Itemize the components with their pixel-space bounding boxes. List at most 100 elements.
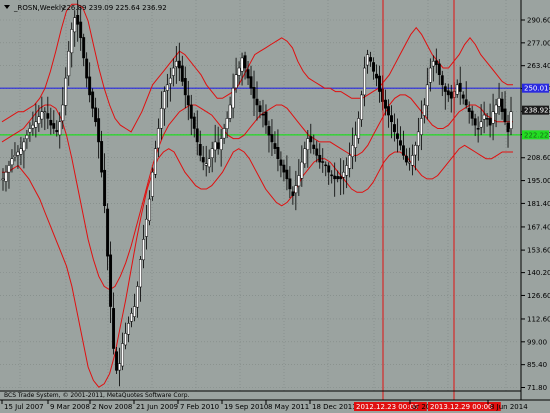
candle-body	[315, 148, 319, 156]
x-tick-label: 7 Feb 2010	[180, 403, 219, 411]
y-tick-label: 153.60	[527, 247, 550, 255]
candle-body	[482, 114, 486, 120]
y-tick-label: 140.20	[527, 269, 550, 277]
candle-body	[291, 191, 295, 196]
candle-body	[216, 142, 220, 149]
candle-body	[416, 131, 420, 147]
candle-body	[300, 161, 304, 179]
candle-body	[288, 178, 292, 190]
candle-body	[222, 128, 226, 139]
price-chart[interactable]: 290.60277.00263.40249.80236.20222.40208.…	[0, 0, 550, 413]
candle-body	[156, 128, 160, 149]
candle-body	[189, 104, 193, 119]
candle-body	[393, 124, 396, 133]
y-tick-label: 277.00	[527, 39, 550, 47]
candle-body	[243, 55, 247, 69]
candle-body	[372, 62, 375, 72]
candle-body	[366, 54, 370, 66]
candle-body	[159, 108, 163, 129]
candle-body	[309, 136, 313, 143]
price-tags: 250.01 222.22 238.92	[522, 83, 549, 140]
y-tick-label: 208.60	[527, 154, 550, 162]
candle-body	[419, 118, 423, 135]
candle-body	[144, 218, 148, 237]
candle-body	[413, 145, 417, 156]
candle-body	[387, 106, 390, 116]
candle-body	[473, 118, 477, 126]
candle-body	[79, 21, 83, 39]
y-tick-label: 181.40	[527, 200, 550, 208]
candle-body	[246, 69, 250, 79]
ohlc-values: 226.89 239.09 225.64 236.92	[62, 4, 167, 12]
y-tick-label: 71.80	[527, 384, 547, 392]
candle-body	[485, 118, 489, 120]
candle-body	[279, 159, 283, 166]
candle-body	[52, 123, 56, 129]
y-tick-label: 85.40	[527, 361, 547, 369]
candle-body	[276, 147, 280, 159]
x-tick-label: 19 Sep 2010	[224, 403, 268, 411]
candle-body	[443, 86, 447, 92]
candle-body	[318, 154, 322, 163]
y-tick-label: 195.00	[527, 177, 550, 185]
candle-body	[136, 286, 139, 308]
candle-body	[354, 134, 358, 148]
candle-body	[282, 164, 286, 173]
candle-body	[115, 351, 119, 371]
candle-body	[162, 91, 166, 110]
current-price-tag-label: 238.92	[524, 107, 549, 115]
candle-body	[58, 121, 62, 136]
candle-body	[7, 165, 11, 173]
candle-body	[470, 110, 474, 119]
candle-body	[401, 145, 405, 156]
candle-body	[94, 107, 98, 123]
candle-body	[4, 171, 8, 182]
candle-body	[168, 77, 172, 84]
candle-body	[285, 169, 289, 180]
candle-body	[109, 254, 113, 307]
candle-body	[294, 185, 298, 194]
candle-body	[297, 175, 301, 187]
chart-window[interactable]: 290.60277.00263.40249.80236.20222.40208.…	[0, 0, 550, 413]
candle-body	[351, 145, 355, 157]
candle-body	[410, 155, 414, 166]
candle-body	[195, 128, 199, 143]
candle-body	[264, 111, 268, 126]
candle-body	[183, 78, 187, 96]
candle-body	[219, 138, 223, 150]
upper-level-tag-label: 250.01	[524, 85, 549, 93]
lower-level-tag-label: 222.22	[524, 131, 549, 139]
candle-body	[327, 165, 331, 173]
candle-body	[147, 198, 151, 222]
candle-body	[127, 323, 130, 335]
candle-body	[82, 37, 86, 59]
candle-body	[70, 29, 74, 54]
candle-body	[213, 141, 217, 151]
candle-body	[384, 99, 387, 109]
y-tick-label: 112.60	[527, 315, 550, 323]
candle-body	[488, 118, 492, 126]
candle-body	[64, 77, 68, 106]
candle-body	[428, 67, 432, 83]
candle-body	[333, 175, 337, 180]
candle-body	[267, 126, 271, 136]
candle-body	[458, 82, 462, 92]
candle-body	[16, 151, 20, 156]
copyright-text: BCS Trade System, © 2001-2011, MetaQuote…	[4, 392, 190, 399]
candle-body	[306, 138, 310, 150]
candle-body	[43, 111, 47, 113]
x-marker-tag-label: 2013.12.29 00:00	[430, 403, 492, 411]
candle-body	[461, 94, 465, 99]
candle-body	[49, 119, 53, 126]
candle-body	[174, 61, 178, 67]
candle-body	[234, 74, 238, 89]
candle-body	[273, 143, 277, 149]
candle-body	[237, 67, 241, 76]
candle-body	[425, 84, 429, 107]
candle-body	[464, 99, 468, 106]
x-tick-label: 8 May 2011	[268, 403, 309, 411]
candle-body	[10, 158, 14, 166]
candle-body	[61, 104, 65, 122]
candle-body	[240, 57, 244, 72]
candle-body	[73, 17, 77, 33]
